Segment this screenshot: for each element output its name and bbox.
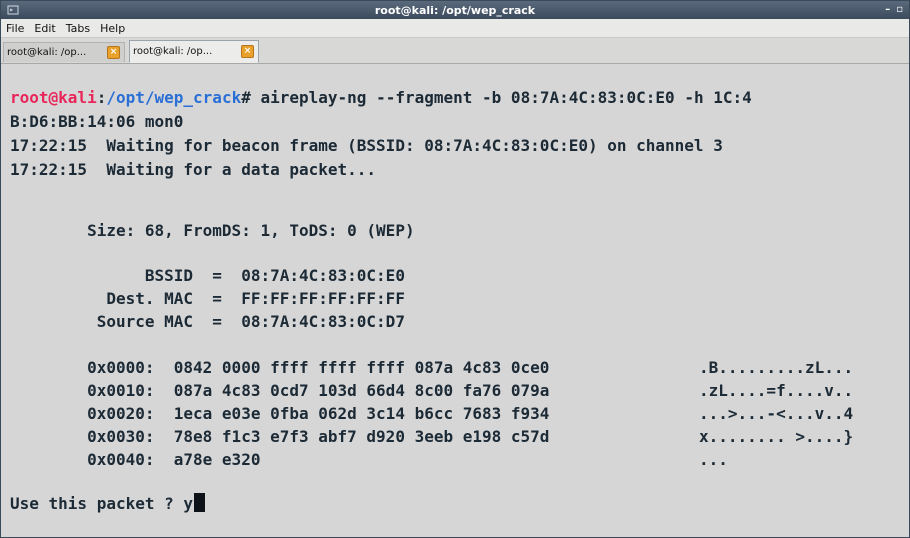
hex-dump-line: 0x0010: 087a 4c83 0cd7 103d 66d4 8c00 fa… [10,379,909,403]
menu-bar: File Edit Tabs Help [1,19,909,38]
window-title: root@kali: /opt/wep_crack [374,3,536,17]
close-icon[interactable]: × [241,45,254,58]
tab-label: root@kali: /op... [133,46,213,57]
hex-bytes: 0x0020: 1eca e03e 0fba 062d 3c14 b6cc 76… [10,404,550,423]
menu-help[interactable]: Help [95,22,130,35]
hex-bytes: 0x0010: 087a 4c83 0cd7 103d 66d4 8c00 fa… [10,381,550,400]
hex-dump-line: 0x0000: 0842 0000 ffff ffff ffff 087a 4c… [10,356,909,380]
tab-bar: root@kali: /op... × root@kali: /op... × [1,38,909,64]
hex-ascii: ... [699,450,728,469]
log-line: 17:22:15 Waiting for a data packet... [10,160,377,179]
prompt-path: /opt/wep_crack [106,88,242,107]
hex-ascii: x........ >....} [699,427,854,446]
window-controls: – ▫ [885,3,903,17]
close-icon[interactable]: × [107,46,120,59]
log-line: 17:22:15 Waiting for beacon frame (BSSID… [10,136,723,155]
tab-terminal-1[interactable]: root@kali: /op... × [3,42,125,62]
terminal-app-icon [7,4,19,16]
dest-mac-line: Dest. MAC = FF:FF:FF:FF:FF:FF [10,289,405,308]
packet-question-line: Use this packet ? y [10,492,206,516]
hex-dump-line: 0x0020: 1eca e03e 0fba 062d 3c14 b6cc 76… [10,402,909,426]
minimize-icon[interactable]: – [885,3,890,17]
packet-size-line: Size: 68, FromDS: 1, ToDS: 0 (WEP) [10,221,415,240]
prompt-colon: : [96,88,107,107]
prompt-hash: # [241,88,251,107]
title-bar[interactable]: root@kali: /opt/wep_crack – ▫ [1,1,909,19]
tab-terminal-2[interactable]: root@kali: /op... × [129,40,259,63]
source-mac-line: Source MAC = 08:7A:4C:83:0C:D7 [10,312,405,331]
prompt-user-host: root@kali [10,88,97,107]
question-text: Use this packet ? y [10,494,194,513]
command-prompt-line: root@kali:/opt/wep_crack# aireplay-ng --… [10,86,752,110]
command-text: aireplay-ng --fragment -b 08:7A:4C:83:0C… [250,88,752,107]
tab-label: root@kali: /op... [7,47,87,58]
hex-dump-line: 0x0040: a78e e320... [10,448,909,472]
hex-bytes: 0x0040: a78e e320 [10,450,261,469]
hex-ascii: .zL....=f....v.. [699,381,854,400]
menu-edit[interactable]: Edit [29,22,60,35]
terminal-output[interactable]: root@kali:/opt/wep_crack# aireplay-ng --… [5,86,909,537]
terminal-window: root@kali: /opt/wep_crack – ▫ File Edit … [0,0,910,538]
menu-file[interactable]: File [1,22,29,35]
command-wrap-line: B:D6:BB:14:06 mon0 [10,112,184,131]
hex-dump-line: 0x0030: 78e8 f1c3 e7f3 abf7 d920 3eeb e1… [10,425,909,449]
hex-ascii: .B.........zL... [699,358,854,377]
text-cursor [194,493,206,512]
menu-tabs[interactable]: Tabs [61,22,95,35]
hex-bytes: 0x0030: 78e8 f1c3 e7f3 abf7 d920 3eeb e1… [10,427,550,446]
hex-bytes: 0x0000: 0842 0000 ffff ffff ffff 087a 4c… [10,358,550,377]
bssid-line: BSSID = 08:7A:4C:83:0C:E0 [10,266,405,285]
hex-ascii: ...>...-<...v..4 [699,404,854,423]
maximize-icon[interactable]: ▫ [896,3,903,17]
